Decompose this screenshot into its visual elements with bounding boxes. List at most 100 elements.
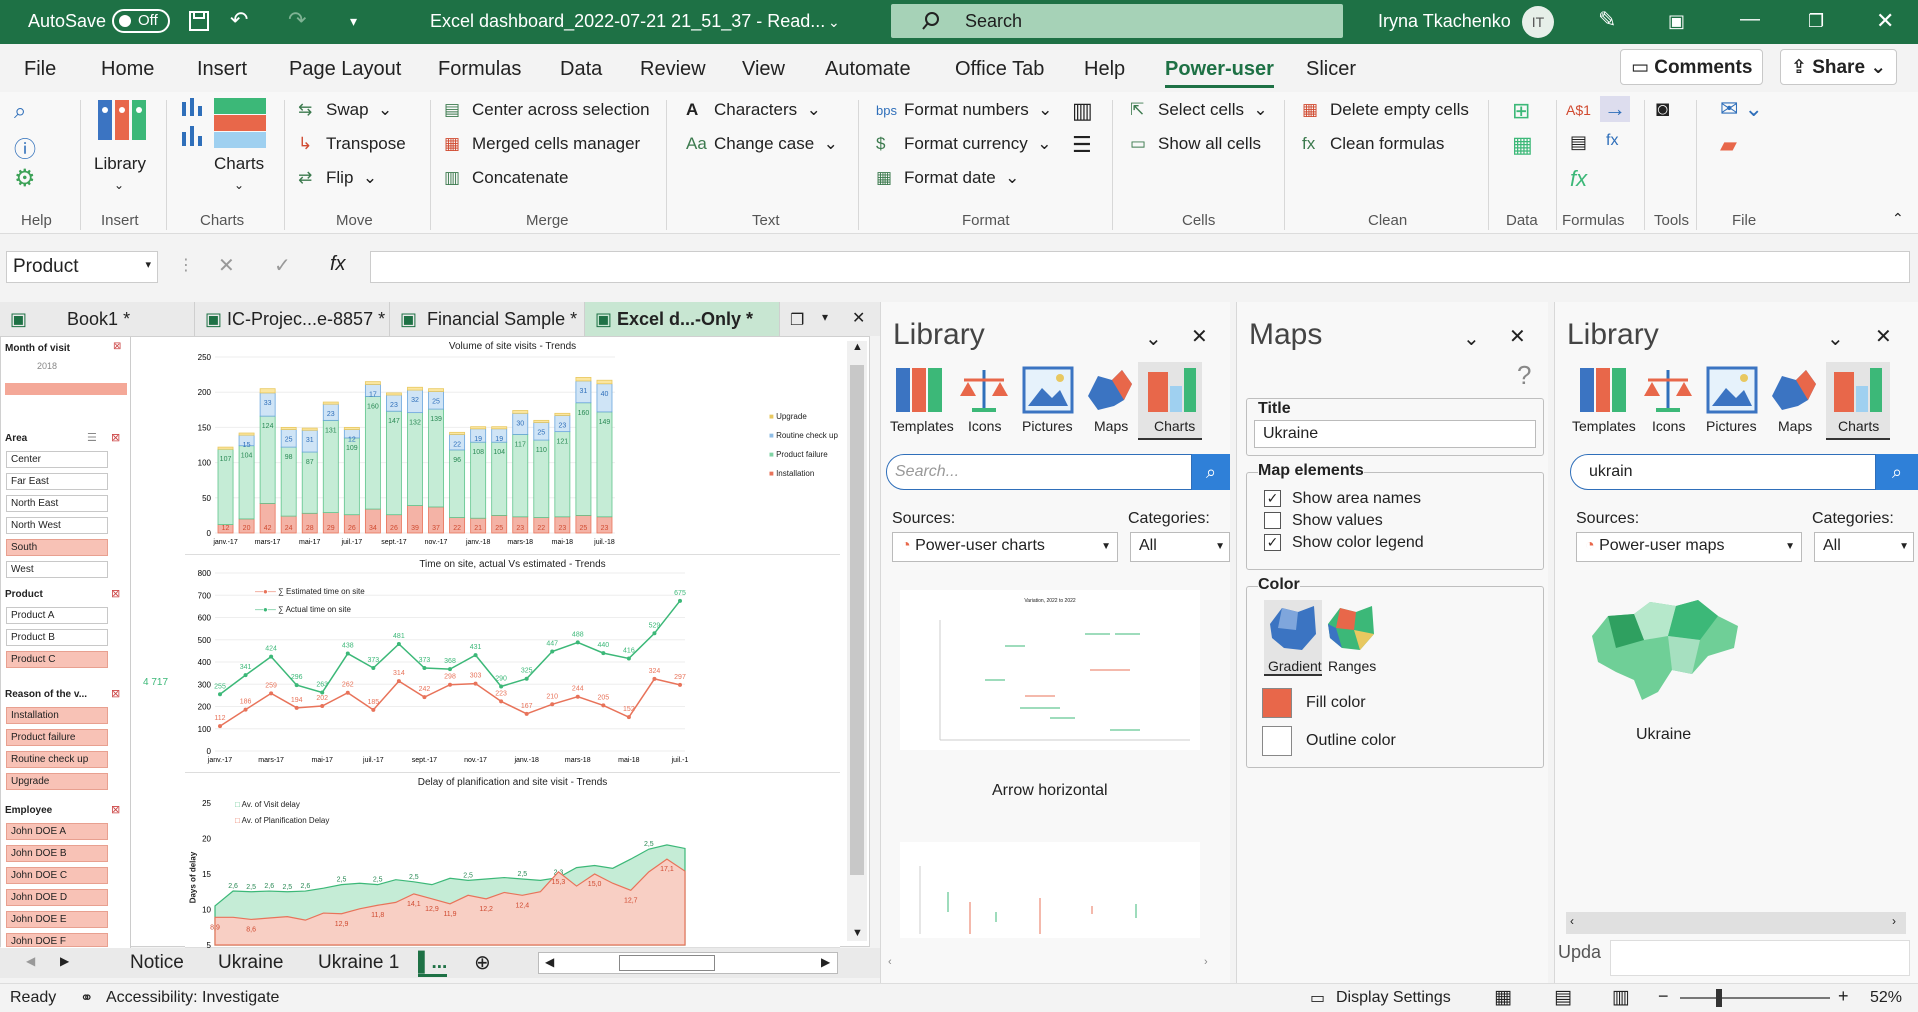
search-icon[interactable]: ⌕ <box>1192 454 1230 490</box>
zoom-out-icon[interactable]: − <box>1658 986 1669 1007</box>
slicer-item[interactable]: Product B <box>6 629 108 646</box>
add-sheet-icon[interactable]: ⊕ <box>474 950 491 975</box>
cat-icons[interactable]: Icons <box>968 418 1001 434</box>
chart-item-label[interactable]: Arrow horizontal <box>992 782 1108 800</box>
tab-file[interactable]: File <box>24 58 56 81</box>
library-scrollbar[interactable]: ‹ › <box>1566 912 1906 934</box>
slicer-item[interactable]: Center <box>6 451 108 468</box>
library-icon[interactable] <box>96 96 148 144</box>
slicer-item-selected[interactable]: Installation <box>6 707 108 724</box>
search-box[interactable]: Search <box>891 4 1343 38</box>
close-icon[interactable]: ✕ <box>1191 324 1208 349</box>
tab-automate[interactable]: Automate <box>825 58 911 81</box>
show-color-legend-checkbox[interactable]: ✓ <box>1264 534 1281 551</box>
page-break-icon[interactable]: ▥ <box>1612 986 1630 1009</box>
cancel-icon[interactable]: ✕ <box>218 253 235 278</box>
undo-icon[interactable]: ↶ <box>230 7 248 33</box>
show-values-checkbox[interactable] <box>1264 512 1281 529</box>
columns-icon[interactable]: ▥ <box>1072 98 1093 124</box>
transpose-button[interactable]: ↳ Transpose <box>298 134 406 154</box>
slicer-item[interactable]: Far East <box>6 473 108 490</box>
calc-icon[interactable]: ▤ <box>1570 132 1587 153</box>
tab-power-user[interactable]: Power-user <box>1165 58 1274 88</box>
tab-office-tab[interactable]: Office Tab <box>955 58 1044 81</box>
formula-input[interactable] <box>370 251 1910 283</box>
workbook-tab[interactable]: ▣ Financial Sample * <box>390 302 585 336</box>
page-layout-icon[interactable]: ▤ <box>1554 986 1572 1009</box>
display-settings[interactable]: Display Settings <box>1336 989 1451 1007</box>
share-button[interactable]: ⇪ Share ⌄ <box>1780 49 1898 85</box>
save-icon[interactable] <box>188 10 210 32</box>
chevron-down-icon[interactable]: ⌄ <box>1463 326 1480 351</box>
slicer-item-selected[interactable]: John DOE B <box>6 845 108 862</box>
tab-formulas[interactable]: Formulas <box>438 58 521 81</box>
arrow-icon[interactable]: → <box>1600 96 1630 122</box>
ref-icon[interactable]: A$1 <box>1566 102 1591 118</box>
tab-review[interactable]: Review <box>640 58 706 81</box>
chevron-down-icon[interactable]: ⌄ <box>1145 326 1162 351</box>
charts-button[interactable]: Charts <box>214 154 264 174</box>
templates-icon[interactable] <box>1576 366 1628 416</box>
scroll-left-icon[interactable]: ◀ <box>545 955 554 969</box>
picture-icon[interactable] <box>1022 366 1074 416</box>
close-icon[interactable]: ✕ <box>852 308 865 328</box>
outline-color-label[interactable]: Outline color <box>1306 732 1396 750</box>
gear-icon[interactable]: ⚙ <box>14 164 36 193</box>
info-icon[interactable]: ⓘ <box>14 132 36 164</box>
tab-page-layout[interactable]: Page Layout <box>289 58 401 81</box>
tab-home[interactable]: Home <box>101 58 154 81</box>
comments-button[interactable]: ▭ Comments <box>1620 49 1764 85</box>
characters-button[interactable]: A Characters ⌄ <box>686 100 821 120</box>
show-all-button[interactable]: ▭ Show all cells <box>1130 134 1261 154</box>
tab-insert[interactable]: Insert <box>197 58 247 81</box>
sources-select[interactable]: ◔ Power-user charts ▼ <box>892 532 1118 562</box>
cat-pictures[interactable]: Pictures <box>1706 418 1757 434</box>
clear-filter-icon[interactable]: ⊠ <box>111 431 120 444</box>
workbook-tab[interactable]: ▣ Book1 * <box>0 302 195 336</box>
chart-thumbnail-2[interactable] <box>900 842 1200 938</box>
categories-select[interactable]: All ▼ <box>1130 532 1230 562</box>
accessibility-status[interactable]: Accessibility: Investigate <box>106 989 279 1007</box>
chart-delay[interactable]: Delay of planification and site visit - … <box>185 773 840 950</box>
horizontal-scrollbar[interactable]: ◀ ▶ <box>538 952 838 974</box>
chevron-down-icon[interactable]: ⌄ <box>1827 326 1844 351</box>
chart-thumbnail[interactable]: Variation, 2022 to 2022 <box>900 590 1200 750</box>
map-result-label[interactable]: Ukraine <box>1636 726 1691 744</box>
formula-box-icon[interactable]: fx <box>1606 132 1618 150</box>
tab-data[interactable]: Data <box>560 58 602 81</box>
rows-icon[interactable]: ☰ <box>1072 132 1092 158</box>
prev-sheet-icon[interactable]: ◀ <box>26 954 35 968</box>
format-date-button[interactable]: ▦ Format date ⌄ <box>876 168 1019 188</box>
chevron-down-icon[interactable]: ⌄ <box>828 14 840 31</box>
clear-filter-icon[interactable]: ⊠ <box>111 803 120 816</box>
library-search-input[interactable]: Search... <box>886 454 1192 490</box>
maps-icon[interactable] <box>1084 366 1136 416</box>
slicer-item-selected[interactable]: John DOE E <box>6 911 108 928</box>
slicer-item[interactable]: Product A <box>6 607 108 624</box>
ribbon-display-icon[interactable]: ▣ <box>1668 11 1685 32</box>
data-icon[interactable]: ⊞ <box>1512 98 1530 124</box>
cat-maps[interactable]: Maps <box>1094 418 1128 434</box>
select-cells-button[interactable]: ⇱ Select cells ⌄ <box>1130 100 1268 120</box>
chart-visits[interactable]: Volume of site visits - Trends 0 50 100 150… <box>185 337 840 555</box>
find-icon[interactable]: ⌕ <box>14 98 26 124</box>
merged-cells-button[interactable]: ▦ Merged cells manager <box>444 134 640 154</box>
sheet-tab-active[interactable]: ▌... <box>418 952 448 977</box>
minimize-icon[interactable]: — <box>1740 8 1760 31</box>
swap-button[interactable]: ⇆ Swap ⌄ <box>298 100 392 120</box>
change-case-button[interactable]: Aa Change case ⌄ <box>686 134 838 154</box>
pen-icon[interactable]: ✎ <box>1598 7 1616 33</box>
camera-icon[interactable]: ◙ <box>1656 96 1669 122</box>
ranges-label[interactable]: Ranges <box>1328 658 1376 674</box>
cat-pictures[interactable]: Pictures <box>1022 418 1073 434</box>
chart-type-icon[interactable] <box>180 96 210 152</box>
restore-icon[interactable]: ❐ <box>1808 11 1824 32</box>
timeline-bar[interactable] <box>5 383 127 395</box>
fill-color-label[interactable]: Fill color <box>1306 694 1366 712</box>
close-icon[interactable]: ✕ <box>1876 8 1894 34</box>
sources-select[interactable]: ◔ Power-user maps ▼ <box>1576 532 1802 562</box>
categories-select[interactable]: All ▼ <box>1814 532 1914 562</box>
tab-slicer[interactable]: Slicer <box>1306 58 1356 81</box>
ranges-map-icon[interactable] <box>1326 604 1376 654</box>
maps-icon[interactable] <box>1768 366 1820 416</box>
